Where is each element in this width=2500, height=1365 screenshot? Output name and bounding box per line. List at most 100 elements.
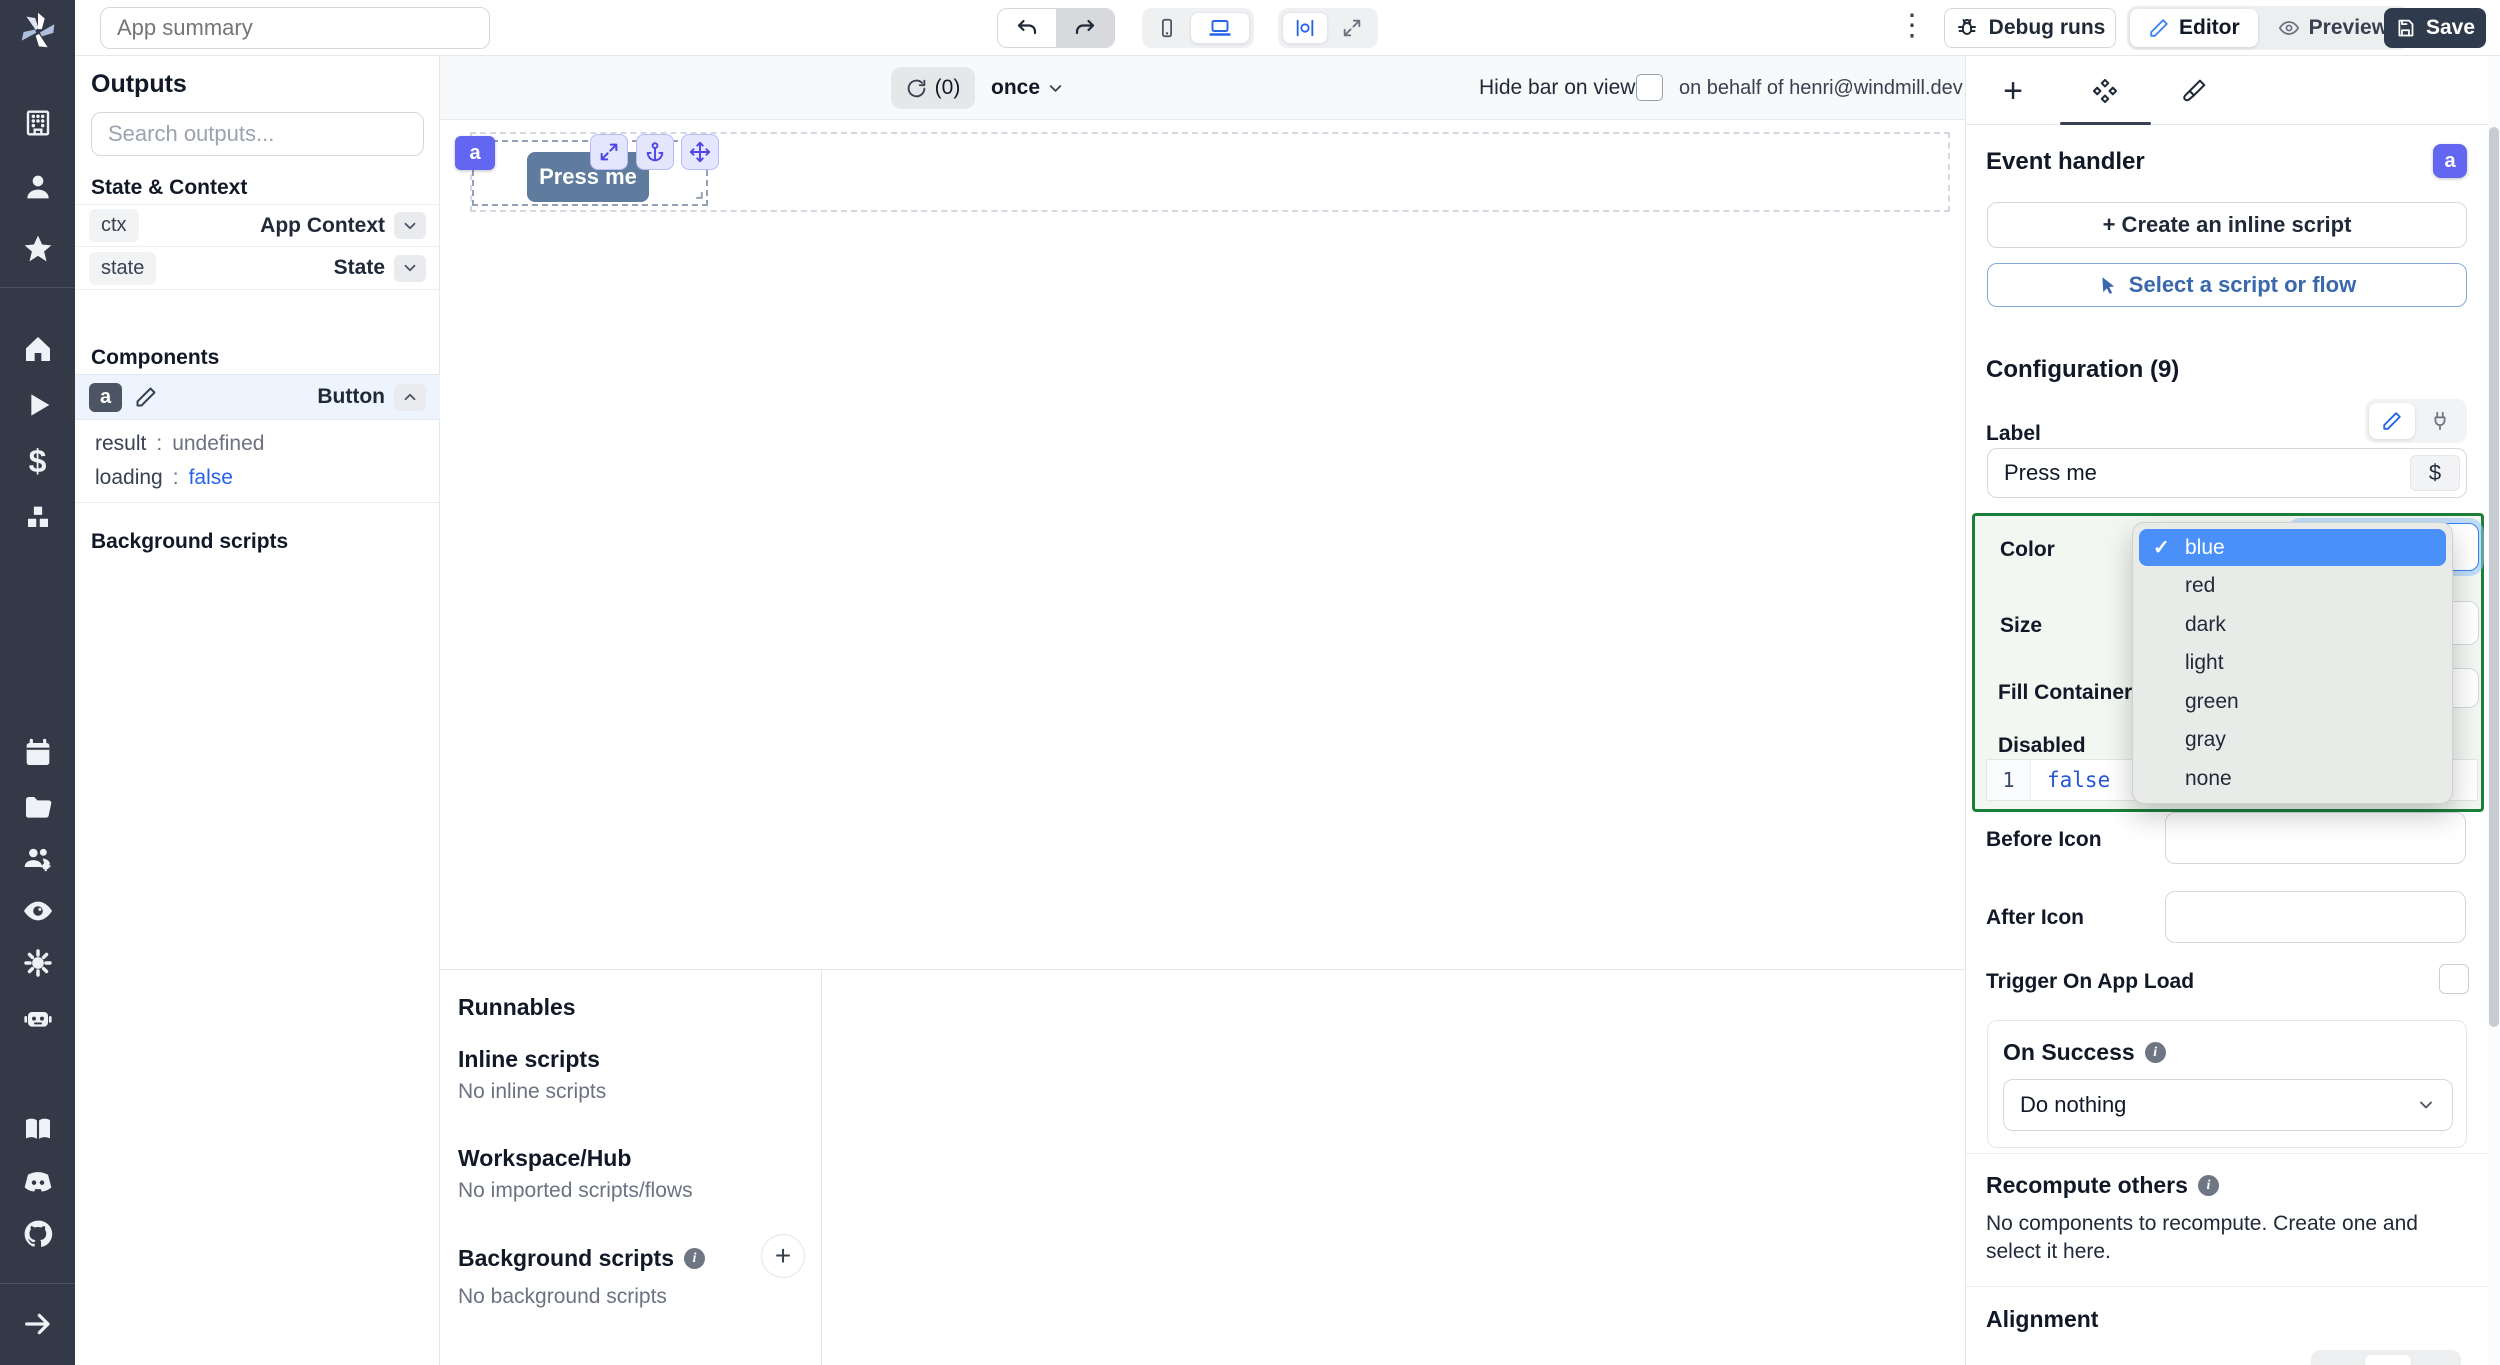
home-icon[interactable] [22, 333, 54, 365]
disabled-field-label: Disabled [1998, 734, 2086, 757]
refresh-mode-dropdown[interactable]: once [991, 56, 1065, 120]
dropdown-option[interactable]: ✓ dark [2139, 606, 2446, 643]
folders-icon[interactable] [22, 791, 54, 823]
center-canvas-icon[interactable] [1282, 12, 1328, 44]
paintbrush-icon [2181, 78, 2207, 104]
favorites-star-icon[interactable] [22, 233, 54, 265]
before-icon-input[interactable] [2166, 813, 2465, 863]
undo-button[interactable] [998, 9, 1056, 47]
result-key: result [95, 432, 147, 455]
hide-bar-checkbox[interactable] [1636, 74, 1663, 101]
dropdown-option[interactable]: ✓ light [2139, 645, 2446, 682]
color-dropdown-menu: ✓ blue ✓ red ✓ dark ✓ light ✓ green [2132, 522, 2453, 804]
component-id-badge-canvas: a [455, 136, 495, 170]
anchor-component-icon[interactable] [636, 134, 674, 170]
connect-mode-plug-icon[interactable] [2417, 403, 2463, 439]
more-menu-icon[interactable]: ⋮ [1897, 11, 1927, 41]
dropdown-option[interactable]: ✓ blue [2139, 529, 2446, 566]
dropdown-option[interactable]: ✓ green [2139, 683, 2446, 720]
output-row-ctx[interactable]: ctx App Context [75, 204, 440, 247]
hub-title: Workspace/Hub [458, 1145, 632, 1171]
component-collapse-chevron-icon[interactable] [394, 383, 426, 411]
configuration-title: Configuration (9) [1986, 356, 2180, 383]
ctx-expand-chevron-icon[interactable] [394, 212, 426, 239]
background-scripts-empty: No background scripts [458, 1285, 667, 1308]
discord-icon[interactable] [22, 1166, 54, 1198]
debug-runs-button[interactable]: Debug runs [1944, 8, 2116, 48]
docs-book-icon[interactable] [22, 1113, 54, 1145]
after-icon-input[interactable] [2166, 892, 2465, 942]
resources-cubes-icon[interactable] [22, 501, 54, 533]
refresh-count-button[interactable]: (0) [891, 67, 975, 109]
trigger-on-app-load-label: Trigger On App Load [1986, 970, 2195, 993]
runs-play-icon[interactable] [22, 389, 54, 421]
alignment-active-chip [2365, 1355, 2411, 1365]
move-component-icon[interactable] [681, 134, 719, 170]
dropdown-option[interactable]: ✓ red [2139, 568, 2446, 605]
trigger-on-app-load-checkbox[interactable] [2439, 964, 2469, 994]
label-mode-toggle [2365, 399, 2467, 443]
add-background-script-button[interactable]: + [761, 1234, 805, 1278]
create-inline-script-button[interactable]: + Create an inline script [1987, 202, 2467, 248]
loading-kv[interactable]: loading : false [95, 466, 233, 490]
audit-eye-icon[interactable] [22, 895, 54, 927]
alignment-title: Alignment [1986, 1306, 2099, 1332]
component-row-button[interactable]: a Button [75, 374, 440, 420]
result-kv[interactable]: result : undefined [95, 432, 264, 456]
styling-tab[interactable] [2172, 70, 2216, 112]
label-template-dollar-button[interactable]: $ [2410, 455, 2460, 491]
state-context-title: State & Context [91, 176, 248, 199]
windmill-logo-icon[interactable] [15, 10, 61, 52]
select-script-button[interactable]: Select a script or flow [1987, 263, 2467, 307]
components-title: Components [91, 346, 220, 369]
expand-component-icon[interactable] [590, 134, 628, 170]
runnables-panel: Runnables Inline scripts No inline scrip… [440, 969, 1965, 1365]
on-success-select[interactable]: Do nothing [2003, 1079, 2453, 1131]
output-row-state[interactable]: state State [75, 247, 440, 290]
edit-id-pencil-icon[interactable] [134, 385, 158, 409]
insert-component-tab[interactable]: + [1991, 70, 2035, 112]
background-scripts-info-icon[interactable]: i [684, 1248, 705, 1269]
component-settings-tab[interactable] [2083, 70, 2127, 112]
preview-eye-icon [2278, 17, 2300, 39]
dropdown-option[interactable]: ✓ none [2139, 760, 2446, 797]
ai-robot-icon[interactable] [22, 1002, 54, 1034]
settings-tabs: + [1966, 56, 2489, 125]
alignment-control-partial[interactable] [2311, 1350, 2461, 1365]
fullscreen-icon[interactable] [1330, 12, 1374, 44]
right-panel-scrollbar[interactable] [2488, 56, 2500, 1365]
app-summary-input[interactable] [100, 7, 490, 49]
state-expand-chevron-icon[interactable] [394, 254, 426, 282]
undo-redo-group [997, 8, 1115, 48]
mobile-view-icon[interactable] [1146, 12, 1188, 44]
on-success-info-icon[interactable]: i [2144, 1042, 2166, 1063]
github-icon[interactable] [22, 1218, 54, 1250]
before-icon-field [2165, 812, 2466, 864]
save-button[interactable]: Save [2384, 8, 2486, 48]
groups-users-icon[interactable] [22, 843, 54, 875]
canvas-toolbar: (0) once Hide bar on view on behalf of h… [440, 56, 1965, 120]
search-outputs-input[interactable] [91, 112, 424, 156]
workspace-building-icon[interactable] [22, 107, 54, 139]
inline-scripts-title: Inline scripts [458, 1046, 600, 1072]
dropdown-option[interactable]: ✓ gray [2139, 722, 2446, 759]
static-mode-pencil-icon[interactable] [2369, 403, 2415, 439]
label-input[interactable] [1988, 449, 2466, 497]
resize-handle-icon[interactable] [686, 182, 706, 202]
runnables-title: Runnables [458, 994, 576, 1020]
desktop-view-icon[interactable] [1190, 12, 1250, 44]
label-field-wrap [1987, 448, 2467, 498]
variables-dollar-icon[interactable]: $ [22, 445, 54, 477]
schedules-calendar-icon[interactable] [22, 737, 54, 769]
component-type-label: Button [317, 385, 385, 408]
expand-sidebar-arrow-icon[interactable] [22, 1308, 54, 1340]
user-icon[interactable] [22, 171, 54, 203]
recompute-info-icon[interactable]: i [2197, 1175, 2219, 1196]
dropdown-option-label: green [2185, 689, 2239, 713]
canvas-button-component[interactable]: Press me [527, 152, 649, 202]
scrollbar-thumb[interactable] [2489, 127, 2499, 1027]
tab-editor[interactable]: Editor [2130, 9, 2258, 47]
redo-button[interactable] [1056, 9, 1114, 47]
outputs-title: Outputs [91, 70, 187, 98]
settings-gear-icon[interactable] [22, 947, 54, 979]
